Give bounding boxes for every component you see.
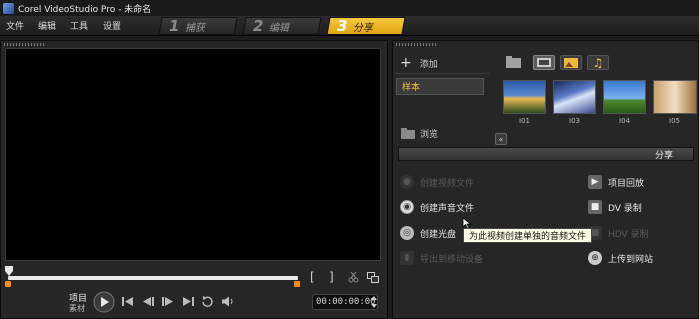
menu-bar: 文件 编辑 工具 设置 1 捕获 2 编辑 3 分享 xyxy=(0,16,699,36)
collapse-library-button[interactable]: « xyxy=(495,133,507,145)
menu-file[interactable]: 文件 xyxy=(6,19,24,32)
previous-frame-icon[interactable] xyxy=(142,296,154,307)
repeat-icon[interactable] xyxy=(201,295,214,308)
plus-icon: + xyxy=(400,55,412,71)
create-video-file-button[interactable]: ● 创建视频文件 xyxy=(400,175,474,189)
preview-window xyxy=(5,48,381,261)
dv-record-button[interactable]: ■ DV 录制 xyxy=(588,200,642,214)
library-thumbnail[interactable] xyxy=(653,80,697,114)
mark-in-handle[interactable] xyxy=(5,281,11,287)
film-reel-icon: ● xyxy=(400,175,414,189)
mode-clip-label[interactable]: 素材 xyxy=(69,303,85,314)
home-icon[interactable] xyxy=(122,296,134,307)
image-icon xyxy=(564,57,578,68)
menu-tools[interactable]: 工具 xyxy=(70,19,88,32)
audio-filter-toggle[interactable]: ♫ xyxy=(587,55,609,70)
thumbnail-label: I03 xyxy=(569,117,580,125)
share-section-header: 分享 xyxy=(398,147,694,161)
panel-grip[interactable] xyxy=(4,43,44,46)
camcorder-icon: ■ xyxy=(588,200,602,214)
app-icon xyxy=(3,2,14,14)
menu-settings[interactable]: 设置 xyxy=(103,19,121,32)
project-playback-button[interactable]: ▶ 项目回放 xyxy=(588,175,644,189)
play-button[interactable] xyxy=(93,291,115,313)
cut-icon[interactable] xyxy=(348,272,359,283)
mobile-device-icon: ▮ xyxy=(400,251,414,265)
thumbnail-label: I04 xyxy=(619,117,630,125)
step-tab-edit[interactable]: 2 编辑 xyxy=(242,17,322,35)
library-thumbnail[interactable] xyxy=(503,80,546,114)
video-filter-toggle[interactable] xyxy=(533,55,555,70)
image-filter-toggle[interactable] xyxy=(560,55,582,70)
mark-in-button[interactable]: [ xyxy=(310,270,315,284)
mark-out-button[interactable]: ] xyxy=(329,270,334,284)
upload-to-web-button[interactable]: ⊕ 上传到网站 xyxy=(588,251,653,265)
volume-icon[interactable] xyxy=(221,295,234,308)
export-to-mobile-button[interactable]: ▮ 导出到移动设备 xyxy=(400,251,483,265)
divider xyxy=(395,73,490,74)
menu-edit[interactable]: 编辑 xyxy=(38,19,56,32)
end-icon[interactable] xyxy=(182,296,194,307)
scrub-bar[interactable] xyxy=(8,276,298,280)
window-title: Corel VideoStudio Pro - 未命名 xyxy=(18,4,152,15)
globe-icon: ⊕ xyxy=(588,251,602,265)
library-tab-samples[interactable]: 样本 xyxy=(396,78,484,95)
add-folder-button[interactable]: + 添加 xyxy=(400,55,438,71)
thumbnail-label: I01 xyxy=(519,117,530,125)
tooltip: 为此视频创建单独的音频文件 xyxy=(463,228,593,243)
thumbnail-label: I05 xyxy=(669,117,680,125)
mark-out-handle[interactable] xyxy=(294,281,300,287)
disc-icon: ◎ xyxy=(400,226,414,240)
audio-disc-icon: ◉ xyxy=(400,200,414,214)
hdv-record-button[interactable]: ■ HDV 录制 xyxy=(588,226,649,240)
timecode-spinner-icon[interactable] xyxy=(370,295,378,309)
create-disc-button[interactable]: ◎ 创建光盘 xyxy=(400,226,456,240)
step-tab-share[interactable]: 3 分享 xyxy=(326,17,406,35)
timecode-display[interactable]: 00:00:00:00 xyxy=(312,294,378,310)
playback-icon: ▶ xyxy=(588,175,602,189)
library-thumbnail[interactable] xyxy=(553,80,596,114)
browse-button[interactable]: 浏览 xyxy=(400,127,438,140)
enlarge-icon[interactable] xyxy=(367,272,379,283)
music-note-icon: ♫ xyxy=(592,55,604,70)
step-tab-capture[interactable]: 1 捕获 xyxy=(158,17,238,35)
playhead-handle[interactable] xyxy=(5,266,13,276)
next-frame-icon[interactable] xyxy=(162,296,174,307)
browse-folder-icon xyxy=(401,128,415,139)
film-icon xyxy=(537,58,551,67)
panel-grip[interactable] xyxy=(396,43,436,46)
folder-icon[interactable] xyxy=(506,56,521,68)
create-audio-file-button[interactable]: ◉ 创建声音文件 xyxy=(400,200,474,214)
library-thumbnail[interactable] xyxy=(603,80,646,114)
title-bar: Corel VideoStudio Pro - 未命名 xyxy=(0,0,699,16)
